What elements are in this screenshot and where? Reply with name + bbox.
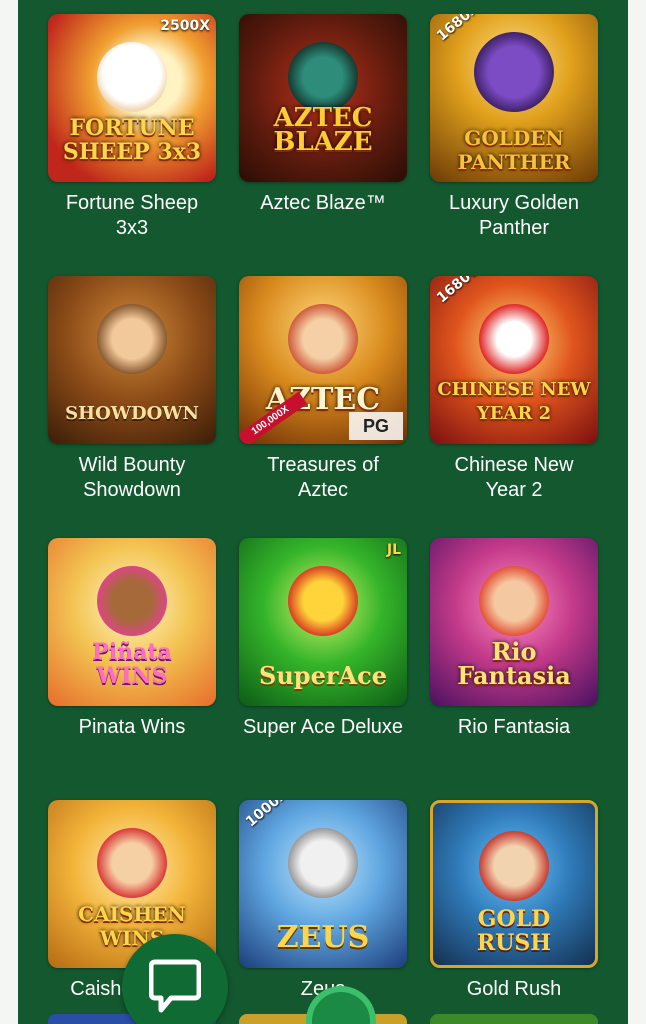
provider-logo: PG [349,412,403,440]
thumbnail-logo: FORTUNE SHEEP 3x3 [62,115,202,165]
game-thumbnail[interactable]: Rio Fantasia [430,538,598,706]
jester-crown-icon [288,566,358,636]
game-card-super-ace-deluxe[interactable]: JL SuperAce Super Ace Deluxe [239,538,407,800]
game-grid: 2500X FORTUNE SHEEP 3x3 Fortune Sheep 3x… [48,14,600,1024]
aztec-princess-icon [288,304,358,374]
game-thumbnail[interactable]: 1000X ZEUS [239,800,407,968]
thumbnail-logo: ZEUS [276,920,370,955]
game-card-treasures-of-aztec[interactable]: AZTEC 100,000X PG Treasures of Aztec [239,276,407,538]
zeus-icon [288,828,358,898]
game-thumbnail[interactable]: AZTEC BLAZE [239,14,407,182]
game-card-pinata-wins[interactable]: Piñata WINS Pinata Wins [48,538,216,800]
game-title[interactable]: Fortune Sheep 3x3 [48,191,216,241]
game-card-gold-rush[interactable]: GOLD RUSH Gold Rush [430,800,598,1024]
multiplier-badge: 1000X [243,800,292,831]
cowgirl-icon [97,304,167,374]
game-title[interactable]: Rio Fantasia [430,715,598,740]
provider-badge: JL [386,542,401,558]
multiplier-badge: 2500X [160,18,210,34]
game-card-chinese-new-year-2[interactable]: 16800X CHINESE NEW YEAR 2 Chinese New Ye… [430,276,598,538]
game-thumbnail[interactable]: GOLD RUSH [430,800,598,968]
chat-bubble-icon [149,959,201,1013]
eagle-icon [288,42,358,112]
game-thumbnail[interactable]: AZTEC 100,000X PG [239,276,407,444]
sheep-character-icon [97,42,167,112]
game-title[interactable]: Chinese New Year 2 [430,453,598,503]
game-title[interactable]: Luxury Golden Panther [430,191,598,241]
thumbnail-logo: Rio Fantasia [457,637,571,690]
game-thumbnail[interactable]: SHOWDOWN [48,276,216,444]
multiplier-badge: 16800X [434,276,490,307]
thumbnail-logo: Piñata WINS [92,639,172,689]
game-title[interactable]: Gold Rush [430,977,598,1002]
panther-icon [474,32,554,112]
thumbnail-logo: SHOWDOWN [65,403,199,424]
game-card-fortune-sheep[interactable]: 2500X FORTUNE SHEEP 3x3 Fortune Sheep 3x… [48,14,216,276]
lion-dance-icon [479,304,549,374]
caishen-icon [97,828,167,898]
dancer-icon [97,566,167,636]
game-thumbnail[interactable]: 2500X FORTUNE SHEEP 3x3 [48,14,216,182]
game-title[interactable]: Pinata Wins [48,715,216,740]
game-title[interactable]: Treasures of Aztec [239,453,407,503]
game-card-golden-panther[interactable]: 1680X GOLDEN PANTHER Luxury Golden Panth… [430,14,598,276]
game-list-panel: 2500X FORTUNE SHEEP 3x3 Fortune Sheep 3x… [18,0,628,1024]
carnival-dancer-icon [479,566,549,636]
game-thumbnail[interactable]: JL SuperAce [239,538,407,706]
game-thumbnail[interactable]: 1680X GOLDEN PANTHER [430,14,598,182]
thumbnail-logo: GOLDEN PANTHER [457,126,571,174]
game-thumbnail[interactable]: Piñata WINS [48,538,216,706]
game-card-aztec-blaze[interactable]: AZTEC BLAZE Aztec Blaze™ [239,14,407,276]
next-row-thumbnail[interactable] [430,1014,598,1024]
thumbnail-logo: SuperAce [259,661,387,690]
game-title[interactable]: Aztec Blaze™ [239,191,407,216]
game-thumbnail[interactable]: 16800X CHINESE NEW YEAR 2 [430,276,598,444]
game-title[interactable]: Super Ace Deluxe [239,715,407,740]
thumbnail-logo: CHINESE NEW YEAR 2 [437,379,591,424]
game-card-wild-bounty-showdown[interactable]: SHOWDOWN Wild Bounty Showdown [48,276,216,538]
prospector-icon [479,831,549,901]
thumbnail-logo: AZTEC [265,382,381,417]
thumbnail-logo: GOLD RUSH [476,906,552,956]
thumbnail-logo: AZTEC BLAZE [273,103,373,157]
game-title[interactable]: Wild Bounty Showdown [48,453,216,503]
multiplier-badge: 1680X [434,14,483,45]
game-card-rio-fantasia[interactable]: Rio Fantasia Rio Fantasia [430,538,598,800]
